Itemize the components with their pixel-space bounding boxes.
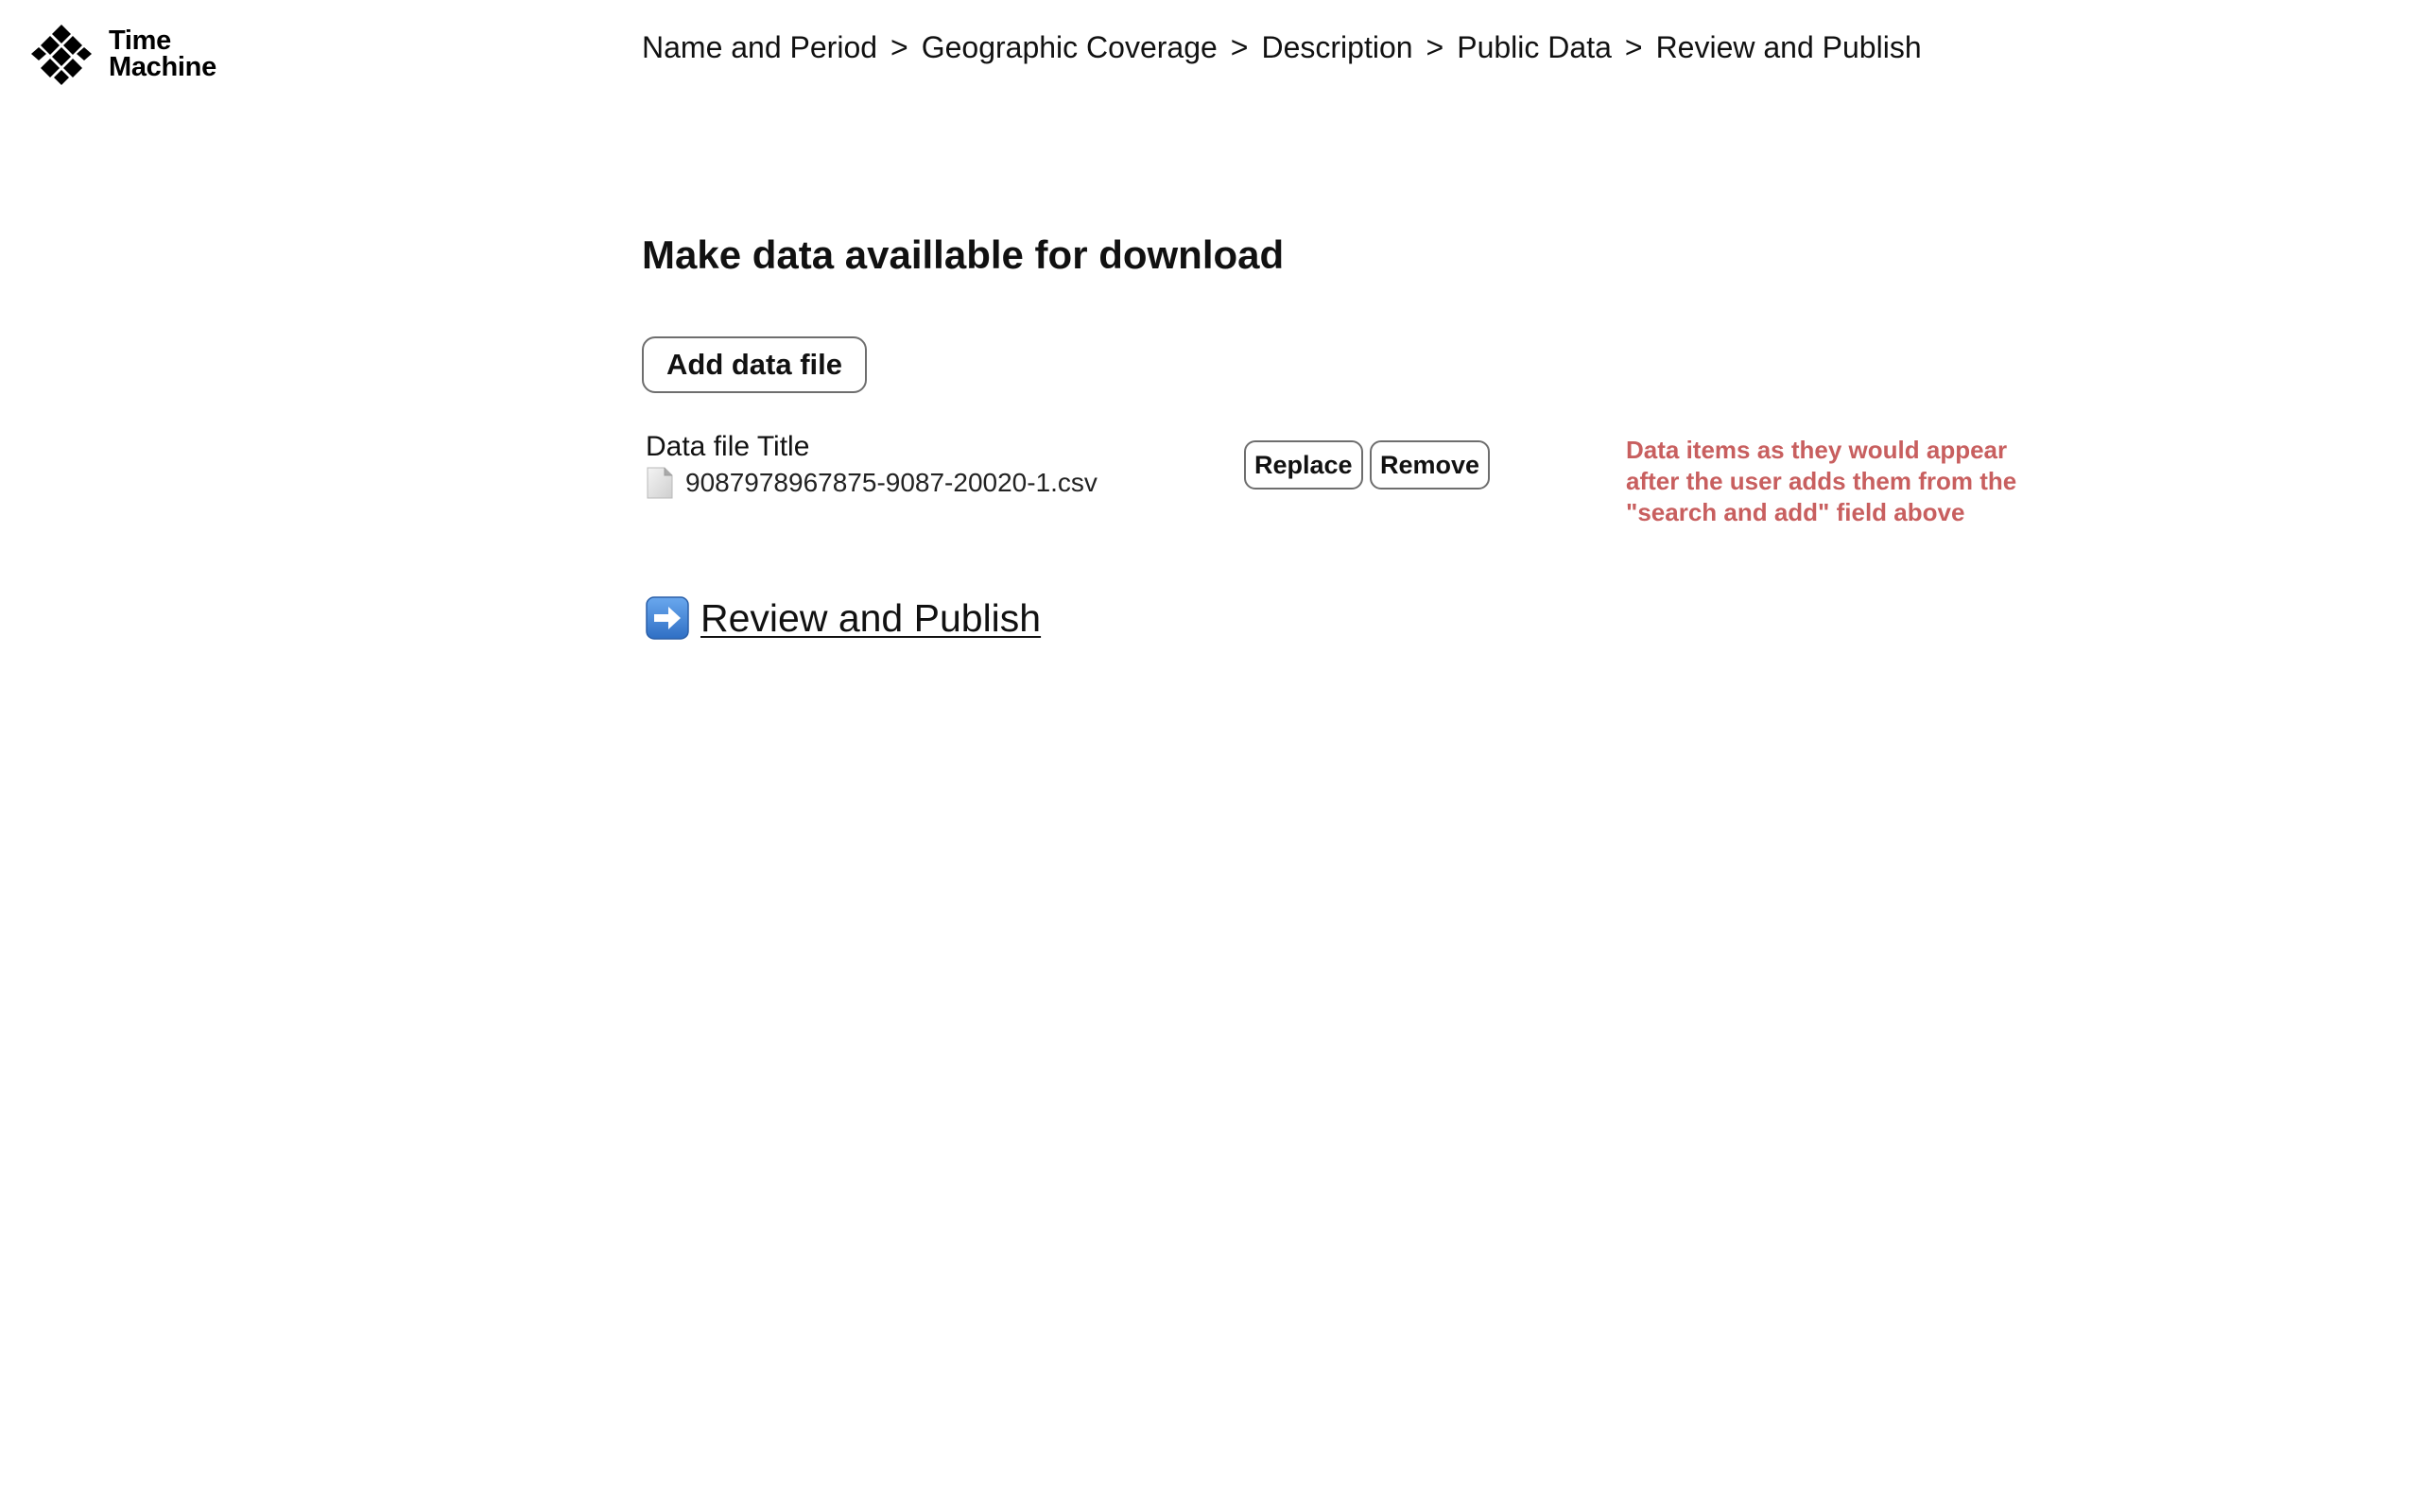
breadcrumb-separator: > (890, 30, 908, 64)
app-name-line2: Machine (109, 52, 216, 82)
data-file-item: Data file Title 9087978967875-9087-20020… (646, 429, 1496, 524)
breadcrumb-description[interactable]: Description (1261, 28, 1412, 66)
data-file-name: 9087978967875-9087-20020-1.csv (685, 468, 1098, 497)
design-annotation-note: Data items as they would appear after th… (1626, 436, 2017, 526)
diamond-grid-icon (31, 25, 92, 85)
breadcrumb-separator: > (1426, 30, 1444, 64)
replace-button[interactable]: Replace (1244, 440, 1363, 490)
add-data-file-button[interactable]: Add data file (642, 336, 868, 393)
breadcrumb: Name and Period > Geographic Coverage > … (642, 28, 1922, 66)
breadcrumb-public-data[interactable]: Public Data (1457, 28, 1612, 66)
breadcrumb-name-and-period[interactable]: Name and Period (642, 28, 877, 66)
document-icon (647, 467, 673, 499)
data-file-row: 9087978967875-9087-20020-1.csv (646, 467, 1098, 499)
breadcrumb-separator: > (1624, 30, 1643, 64)
review-and-publish-label: Review and Publish (700, 596, 1042, 640)
breadcrumb-separator: > (1230, 30, 1249, 64)
review-and-publish-link[interactable]: Review and Publish (646, 593, 1041, 643)
app-name-line1: Time (109, 26, 171, 56)
app-logo[interactable]: Time Machine (30, 23, 216, 85)
page-title: Make data availlable for download (642, 232, 1285, 277)
remove-button[interactable]: Remove (1370, 440, 1491, 490)
breadcrumb-review-and-publish[interactable]: Review and Publish (1656, 28, 1922, 66)
app-name: Time Machine (109, 26, 216, 82)
breadcrumb-geographic-coverage[interactable]: Geographic Coverage (922, 28, 1218, 66)
data-file-title: Data file Title (646, 431, 810, 462)
arrow-right-icon (646, 596, 689, 640)
